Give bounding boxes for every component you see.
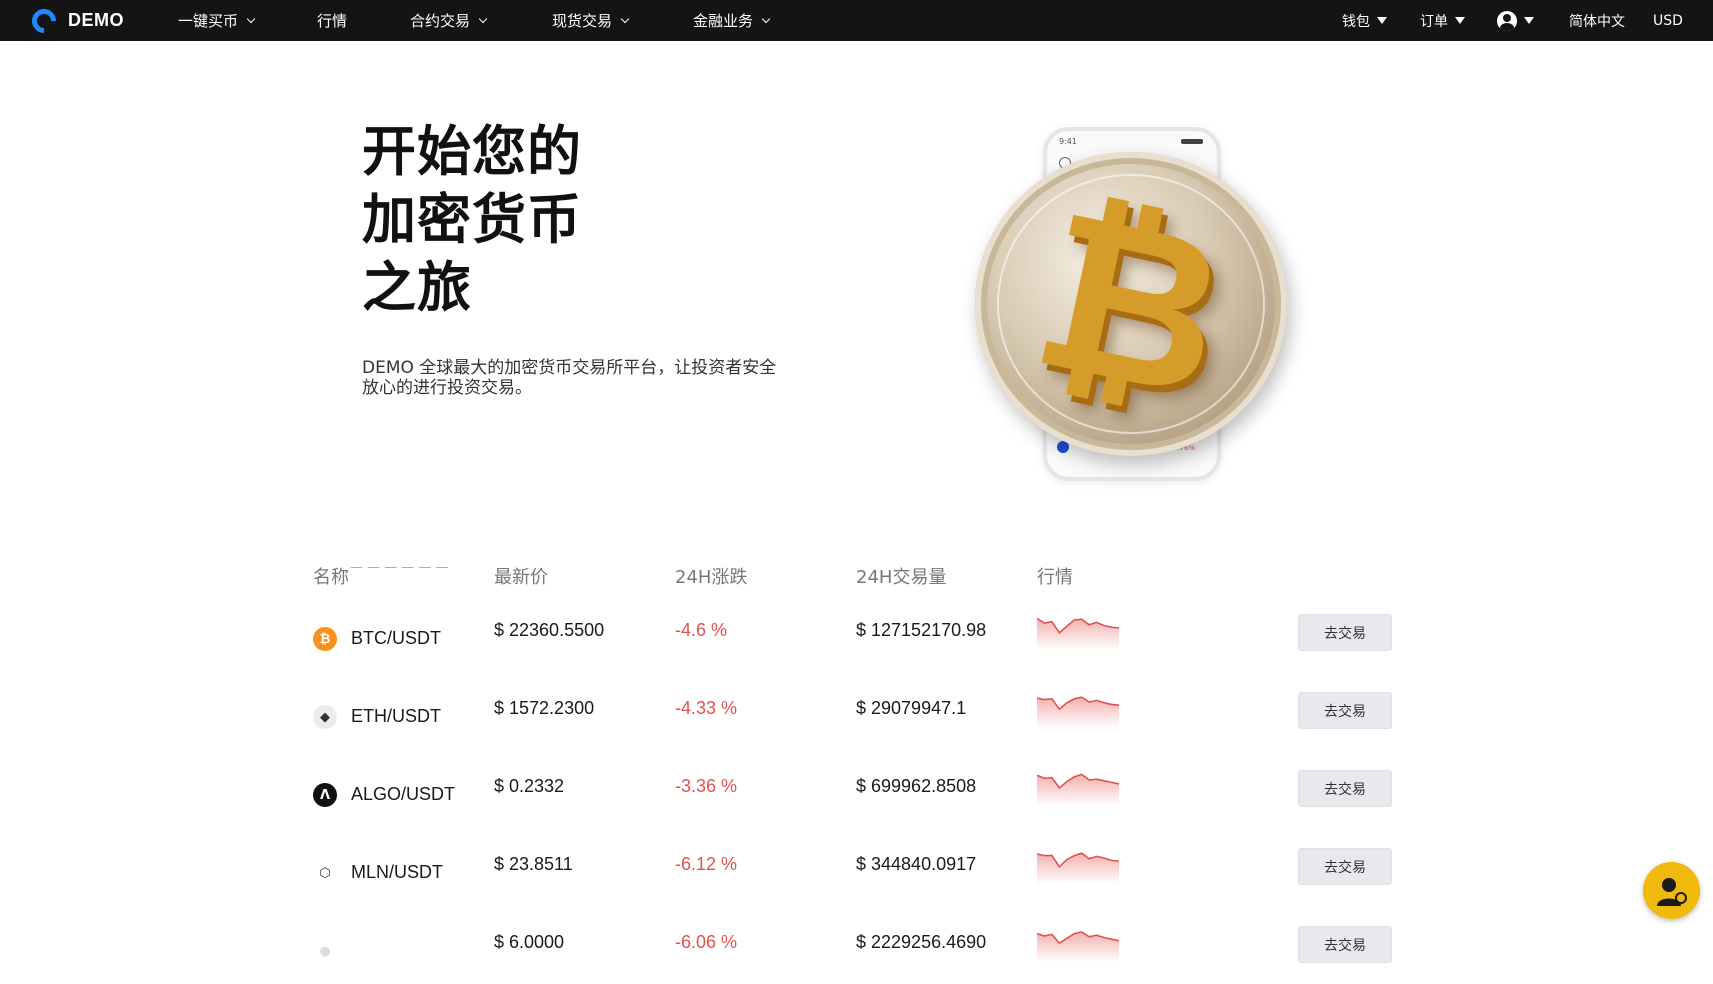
- nav-label: 现货交易: [552, 12, 613, 30]
- caret-down-icon: [1377, 17, 1387, 24]
- column-header-price: 最新价: [494, 567, 548, 588]
- nav-label: 钱包: [1342, 13, 1370, 30]
- price-trend-sparkline: [1037, 773, 1119, 806]
- user-avatar-icon: [1497, 10, 1517, 31]
- chevron-down-icon: [761, 14, 771, 23]
- volume-24h: $ 29079947.1: [856, 698, 967, 718]
- change-24h: -4.33 %: [675, 698, 738, 718]
- nav-label: 金融业务: [693, 12, 754, 30]
- change-24h: -6.06 %: [675, 932, 738, 952]
- price-trend-sparkline: [1037, 852, 1119, 884]
- scrolling-ticker: — — — — — —: [350, 560, 449, 575]
- hero-title-line: 之旅: [362, 256, 472, 319]
- volume-24h: $ 344840.0917: [856, 854, 977, 874]
- change-24h: -6.12 %: [675, 854, 738, 874]
- change-24h: -3.36 %: [675, 776, 738, 796]
- chevron-down-icon: [478, 14, 488, 23]
- table-row: ● $ 6.0000 -6.06 % $ 2229256.4690 去交易: [0, 906, 1713, 984]
- nav-finance[interactable]: 金融业务: [693, 0, 771, 41]
- trading-pair-name: ALGO/USDT: [351, 784, 456, 804]
- account-menu[interactable]: [1497, 0, 1534, 41]
- chevron-down-icon: [246, 14, 256, 23]
- nav-orders[interactable]: 订单: [1420, 0, 1465, 41]
- trade-button[interactable]: 去交易: [1298, 926, 1392, 963]
- sparkline-area: [1037, 697, 1119, 728]
- chevron-down-icon: [620, 14, 630, 23]
- table-row: Λ ALGO/USDT $ 0.2332 -3.36 % $ 699962.8508 去交…: [0, 750, 1713, 828]
- column-header-name: 名称: [313, 567, 349, 588]
- currency-label: USD: [1653, 12, 1683, 29]
- currency-selector[interactable]: USD: [1653, 0, 1683, 41]
- trade-button[interactable]: 去交易: [1298, 770, 1392, 807]
- sparkline-area: [1037, 774, 1119, 806]
- sparkline-area: [1037, 618, 1119, 650]
- hero-subtitle: DEMO 全球最大的加密货币交易所平台，让投资者安全放心的进行投资交易。: [362, 358, 777, 398]
- top-navigation-bar: DEMO 一键买币 行情 合约交易 现货交易 金融业务 钱包 订单 简体中文 U…: [0, 0, 1713, 41]
- trading-pair-name: ETH/USDT: [351, 706, 441, 726]
- table-row: ₿ BTC/USDT $ 22360.5500 -4.6 % $ 127152170.9…: [0, 594, 1713, 672]
- caret-down-icon: [1524, 17, 1534, 24]
- change-24h: -4.6 %: [675, 620, 728, 640]
- sparkline-area: [1037, 853, 1119, 884]
- last-price: $ 1572.2300: [494, 698, 595, 718]
- logo-icon: [27, 3, 61, 38]
- bitcoin-coin-illustration: ₿: [975, 152, 1287, 456]
- column-header-trend: 行情: [1037, 567, 1073, 588]
- trading-pair-name: MLN/USDT: [351, 862, 444, 882]
- hero-title-line: 开始您的: [362, 120, 582, 183]
- trade-button[interactable]: 去交易: [1298, 614, 1392, 651]
- caret-down-icon: [1455, 17, 1465, 24]
- ethereum-icon: ◆: [313, 705, 337, 729]
- coin-icon: ●: [313, 939, 337, 963]
- bitcoin-symbol-icon: ₿: [1016, 160, 1246, 448]
- nav-futures[interactable]: 合约交易: [410, 0, 488, 41]
- trade-button[interactable]: 去交易: [1298, 848, 1392, 885]
- nav-buy-crypto[interactable]: 一键买币: [178, 0, 256, 41]
- column-header-change: 24H涨跌: [675, 567, 748, 588]
- last-price: $ 22360.5500: [494, 620, 605, 640]
- logo[interactable]: DEMO: [27, 0, 124, 41]
- volume-24h: $ 2229256.4690: [856, 932, 987, 952]
- nav-wallet[interactable]: 钱包: [1342, 0, 1387, 41]
- trade-button[interactable]: 去交易: [1298, 692, 1392, 729]
- last-price: $ 23.8511: [494, 854, 573, 874]
- battery-icon: [1181, 139, 1203, 144]
- price-trend-sparkline: [1037, 931, 1119, 962]
- volume-24h: $ 699962.8508: [856, 776, 977, 796]
- table-row: ⬡ MLN/USDT $ 23.8511 -6.12 % $ 344840.0917 去交…: [0, 828, 1713, 906]
- table-row: ◆ ETH/USDT $ 1572.2300 -4.33 % $ 29079947.1 去…: [0, 672, 1713, 750]
- hero-title: 开始您的 加密货币 之旅: [362, 118, 582, 322]
- nav-spot[interactable]: 现货交易: [552, 0, 630, 41]
- sparkline-area: [1037, 932, 1119, 962]
- price-trend-sparkline: [1037, 617, 1119, 650]
- last-price: $ 6.0000: [494, 932, 565, 952]
- melon-icon: ⬡: [313, 861, 337, 885]
- algorand-icon: Λ: [313, 783, 337, 807]
- support-agent-icon: [1656, 877, 1687, 906]
- customer-support-button[interactable]: [1643, 862, 1700, 919]
- last-price: $ 0.2332: [494, 776, 565, 796]
- language-label: 简体中文: [1569, 13, 1625, 30]
- price-trend-sparkline: [1037, 696, 1119, 728]
- brand-name: DEMO: [68, 10, 124, 30]
- language-selector[interactable]: 简体中文: [1569, 0, 1625, 41]
- nav-label: 订单: [1420, 13, 1448, 30]
- nav-markets[interactable]: 行情: [317, 0, 347, 41]
- nav-label: 一键买币: [178, 12, 239, 30]
- trading-pair-name: BTC/USDT: [351, 628, 441, 648]
- bitcoin-icon: ₿: [313, 627, 337, 651]
- volume-24h: $ 127152170.98: [856, 620, 987, 640]
- hero-title-line: 加密货币: [362, 188, 582, 251]
- nav-label: 行情: [317, 12, 348, 30]
- nav-label: 合约交易: [410, 12, 471, 30]
- column-header-volume: 24H交易量: [856, 567, 947, 588]
